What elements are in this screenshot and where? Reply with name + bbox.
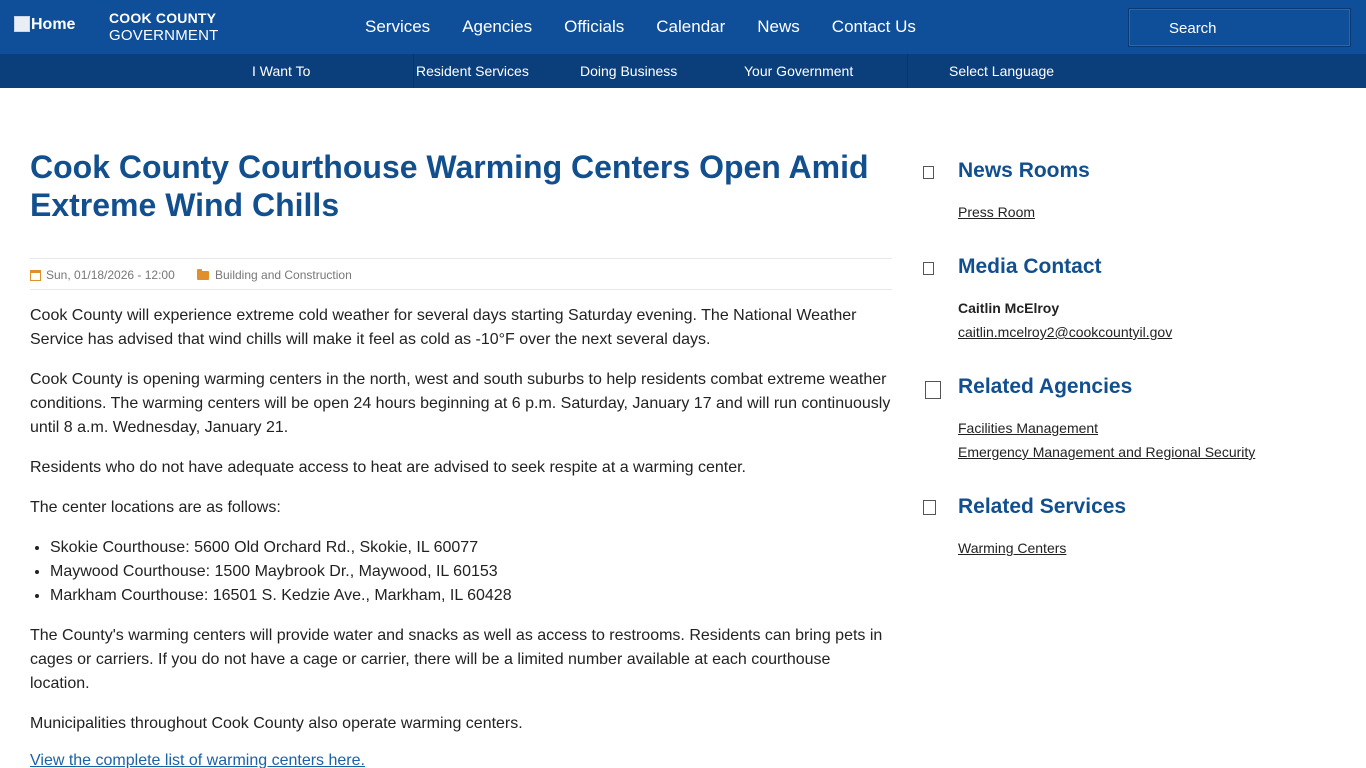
warming-centers-link[interactable]: Warming Centers	[958, 540, 1066, 556]
nav-news[interactable]: News	[757, 17, 800, 37]
broken-image-icon	[14, 16, 30, 32]
subnav-i-want-to[interactable]: I Want To	[252, 63, 310, 79]
brand-line-2: GOVERNMENT	[109, 27, 219, 44]
facilities-management-link[interactable]: Facilities Management	[958, 420, 1098, 436]
brand-name[interactable]: COOK COUNTY GOVERNMENT	[109, 10, 219, 44]
list-item: Markham Courthouse: 16501 S. Kedzie Ave.…	[50, 584, 512, 608]
press-room-link[interactable]: Press Room	[958, 204, 1035, 220]
contact-name: Caitlin McElroy	[958, 300, 1060, 316]
news-rooms-icon	[923, 166, 934, 179]
site-header: Home COOK COUNTY GOVERNMENT Services Age…	[0, 0, 1366, 54]
emergency-management-link[interactable]: Emergency Management and Regional Securi…	[958, 444, 1255, 460]
related-services-icon	[923, 500, 936, 515]
subnav-your-government[interactable]: Your Government	[744, 63, 853, 79]
search-placeholder: Search	[1169, 20, 1217, 37]
article-paragraph: Cook County will experience extreme cold…	[30, 307, 857, 348]
article-paragraph: The County's warming centers will provid…	[30, 627, 883, 692]
list-item: Skokie Courthouse: 5600 Old Orchard Rd.,…	[50, 536, 512, 560]
warming-centers-list-link[interactable]: View the complete list of warming center…	[30, 752, 365, 768]
nav-services[interactable]: Services	[365, 17, 430, 37]
location-list: Skokie Courthouse: 5600 Old Orchard Rd.,…	[50, 536, 512, 608]
subnav-resident-services[interactable]: Resident Services	[416, 63, 529, 79]
article-paragraph: Cook County is opening warming centers i…	[30, 371, 891, 436]
article-paragraph: The center locations are as follows:	[30, 499, 281, 516]
list-item: Maywood Courthouse: 1500 Maybrook Dr., M…	[50, 560, 512, 584]
article-category[interactable]: Building and Construction	[197, 268, 352, 282]
article-date-text: Sun, 01/18/2026 - 12:00	[46, 268, 175, 282]
calendar-icon	[30, 269, 41, 281]
subnav-divider	[907, 54, 908, 88]
nav-agencies[interactable]: Agencies	[462, 17, 532, 37]
subnav-select-language[interactable]: Select Language	[949, 63, 1054, 79]
nav-contact-us[interactable]: Contact Us	[832, 17, 916, 37]
related-agencies-icon	[925, 381, 941, 399]
sidebar-heading-news-rooms: News Rooms	[958, 159, 1090, 182]
article-meta: Sun, 01/18/2026 - 12:00 Building and Con…	[30, 258, 892, 290]
sidebar-heading-media-contact: Media Contact	[958, 255, 1102, 278]
sidebar-heading-related-agencies: Related Agencies	[958, 375, 1133, 398]
article-date: Sun, 01/18/2026 - 12:00	[30, 268, 175, 282]
article-category-text: Building and Construction	[215, 268, 352, 282]
nav-calendar[interactable]: Calendar	[656, 17, 725, 37]
article-paragraph: Municipalities throughout Cook County al…	[30, 715, 523, 732]
main-nav: Services Agencies Officials Calendar New…	[365, 17, 948, 37]
secondary-nav: I Want To Resident Services Doing Busine…	[0, 54, 1366, 88]
home-logo-link[interactable]: Home	[14, 16, 75, 34]
media-contact-icon	[923, 262, 934, 275]
search-input[interactable]: Search	[1128, 8, 1351, 47]
brand-line-1: COOK COUNTY	[109, 10, 217, 26]
article-paragraph: Residents who do not have adequate acces…	[30, 459, 746, 476]
home-logo-alt: Home	[31, 16, 76, 33]
contact-email-link[interactable]: caitlin.mcelroy2@cookcountyil.gov	[958, 324, 1172, 340]
page-title: Cook County Courthouse Warming Centers O…	[30, 149, 869, 223]
folder-icon	[197, 268, 209, 280]
subnav-divider	[413, 54, 414, 88]
subnav-doing-business[interactable]: Doing Business	[580, 63, 677, 79]
sidebar-heading-related-services: Related Services	[958, 495, 1127, 518]
nav-officials[interactable]: Officials	[564, 17, 624, 37]
